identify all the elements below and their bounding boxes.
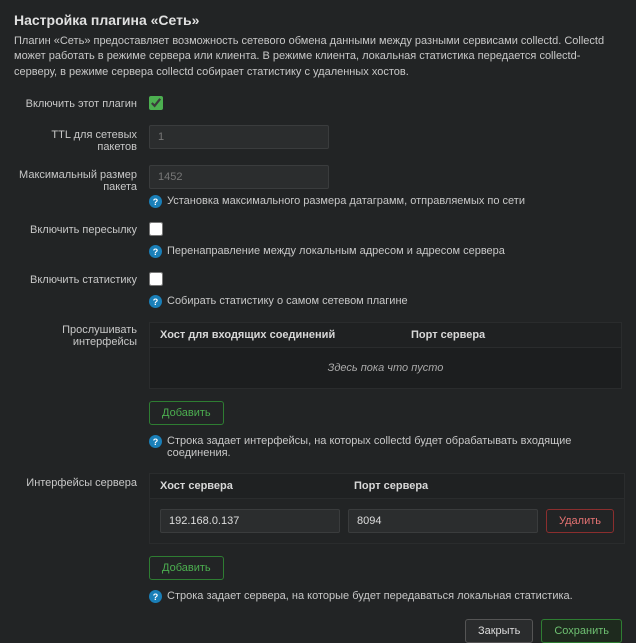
server-col-port: Порт сервера <box>354 480 614 492</box>
forward-checkbox[interactable] <box>149 222 163 236</box>
save-button[interactable]: Сохранить <box>541 619 622 643</box>
stats-hint: Собирать статистику о самом сетевом плаг… <box>167 295 408 307</box>
info-icon: ? <box>149 295 162 308</box>
listen-label: Прослушивать интерфейсы <box>14 320 149 348</box>
listen-col-host: Хост для входящих соединений <box>160 329 411 341</box>
maxsize-label: Максимальный размер пакета <box>14 165 149 193</box>
info-icon: ? <box>149 245 162 258</box>
enable-plugin-label: Включить этот плагин <box>14 94 149 110</box>
listen-hint: Строка задает интерфейсы, на которых col… <box>167 435 622 459</box>
server-add-button[interactable]: Добавить <box>149 556 224 580</box>
listen-empty: Здесь пока что пусто <box>150 348 621 388</box>
info-icon: ? <box>149 590 162 603</box>
server-row: Удалить <box>149 498 625 544</box>
listen-col-port: Порт сервера <box>411 329 611 341</box>
maxsize-input[interactable] <box>149 165 329 189</box>
server-label: Интерфейсы сервера <box>14 473 149 489</box>
info-icon: ? <box>149 195 162 208</box>
server-delete-button[interactable]: Удалить <box>546 509 614 533</box>
page-description: Плагин «Сеть» предоставляет возможность … <box>14 34 622 80</box>
enable-plugin-checkbox[interactable] <box>149 96 163 110</box>
close-button[interactable]: Закрыть <box>465 619 533 643</box>
page-title: Настройка плагина «Сеть» <box>14 12 622 28</box>
forward-label: Включить пересылку <box>14 220 149 236</box>
forward-hint: Перенаправление между локальным адресом … <box>167 245 505 257</box>
server-port-input[interactable] <box>348 509 538 533</box>
ttl-label: TTL для сетевых пакетов <box>14 125 149 153</box>
maxsize-hint: Установка максимального размера датаграм… <box>167 195 525 207</box>
stats-label: Включить статистику <box>14 270 149 286</box>
listen-table: Хост для входящих соединений Порт сервер… <box>149 322 622 389</box>
ttl-input[interactable] <box>149 125 329 149</box>
server-hint: Строка задает сервера, на которые будет … <box>167 590 573 602</box>
listen-add-button[interactable]: Добавить <box>149 401 224 425</box>
server-host-input[interactable] <box>160 509 340 533</box>
info-icon: ? <box>149 435 162 448</box>
server-col-host: Хост сервера <box>160 480 354 492</box>
stats-checkbox[interactable] <box>149 272 163 286</box>
